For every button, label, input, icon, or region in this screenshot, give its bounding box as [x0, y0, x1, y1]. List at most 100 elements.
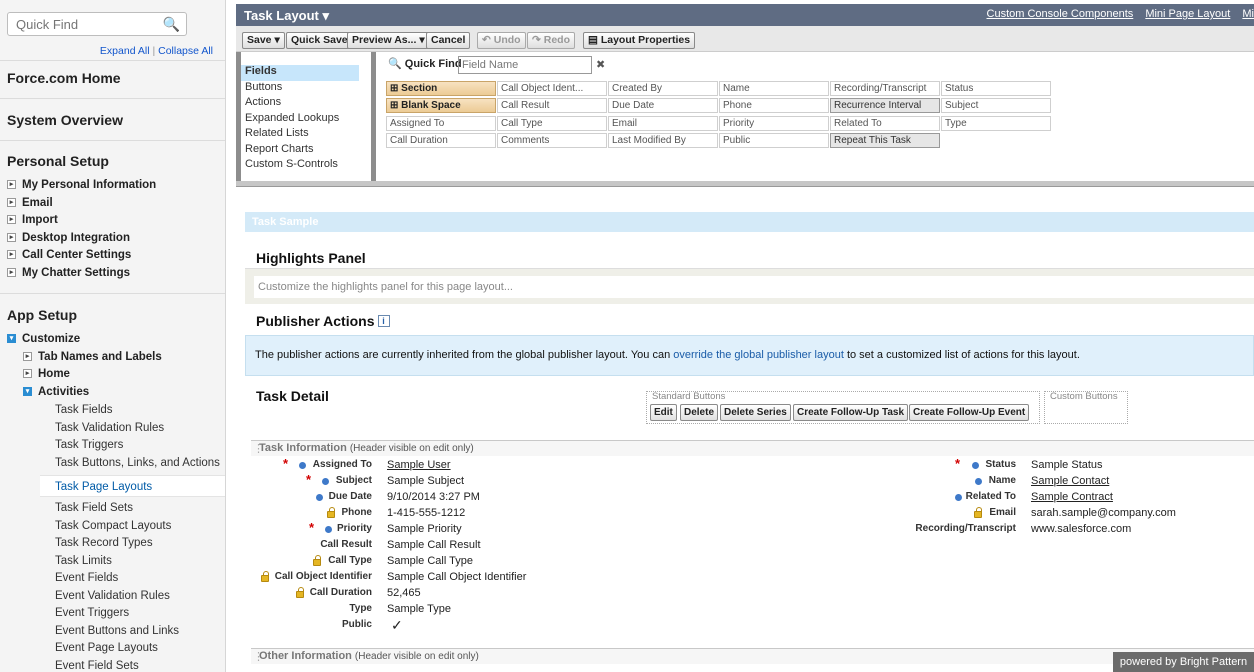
create-follow-up-task-button[interactable]: Create Follow-Up Task: [793, 404, 909, 421]
expand-toggle-icon[interactable]: ▸: [7, 268, 16, 278]
sidebar-link-event-field-sets[interactable]: Event Field Sets: [55, 660, 139, 672]
palette-field[interactable]: Type: [941, 116, 1051, 131]
layout-properties-button[interactable]: ▤ Layout Properties: [583, 32, 696, 49]
palette-field[interactable]: Subject: [941, 98, 1051, 113]
palette-field[interactable]: Repeat This Task: [830, 133, 940, 148]
palette-field[interactable]: Recurrence Interval: [830, 98, 940, 113]
field-row[interactable]: Public ✓: [236, 618, 1236, 632]
layout-title-dropdown[interactable]: Task Layout ▾: [244, 8, 329, 24]
highlights-panel-hint[interactable]: Customize the highlights panel for this …: [254, 276, 1254, 298]
field-row[interactable]: Call Type Sample Call Type: [236, 554, 1236, 568]
chevron-down-icon[interactable]: ▾: [274, 34, 279, 46]
palette-resize-handle[interactable]: [236, 181, 1254, 187]
field-row[interactable]: * Status Sample Status: [236, 457, 1236, 472]
palette-field[interactable]: Related To: [830, 116, 940, 131]
clear-icon[interactable]: ✖: [596, 58, 605, 71]
task-information-section[interactable]: ⋮ Task Information (Header visible on edi…: [251, 440, 1254, 456]
palette-field[interactable]: Call Type: [497, 116, 607, 131]
preview-as-button[interactable]: Preview As... ▾: [347, 32, 430, 49]
palette-field[interactable]: Last Modified By: [608, 133, 718, 148]
expand-toggle-icon[interactable]: ▸: [7, 198, 16, 208]
create-follow-up-event-button[interactable]: Create Follow-Up Event: [909, 404, 1030, 421]
palette-category-expanded-lookups[interactable]: Expanded Lookups: [241, 112, 371, 128]
save-button[interactable]: Save ▾: [242, 32, 285, 49]
sidebar-item-tab-names[interactable]: ▸ Tab Names and Labels: [23, 351, 162, 363]
sidebar-link-event-triggers[interactable]: Event Triggers: [55, 607, 129, 619]
force-home-link[interactable]: Force.com Home: [7, 70, 121, 86]
palette-field[interactable]: Call Duration: [386, 133, 496, 148]
sidebar-link-task-triggers[interactable]: Task Triggers: [55, 439, 123, 451]
undo-button[interactable]: ↶ Undo: [477, 32, 526, 49]
field-row[interactable]: Recording/Transcript www.salesforce.com: [236, 522, 1236, 536]
sidebar-item-home[interactable]: ▸ Home: [23, 368, 70, 380]
collapse-all-link[interactable]: Collapse All: [158, 45, 213, 57]
sidebar-item-my-personal-information[interactable]: ▸ My Personal Information: [7, 179, 156, 191]
sidebar-item-call-center-settings[interactable]: ▸ Call Center Settings: [7, 249, 131, 261]
field-row[interactable]: Related To Sample Contract: [236, 490, 1236, 504]
palette-category-fields[interactable]: Fields: [241, 65, 359, 81]
palette-category-report-charts[interactable]: Report Charts: [241, 143, 371, 159]
palette-category-actions[interactable]: Actions: [241, 96, 371, 112]
sidebar-link-event-validation-rules[interactable]: Event Validation Rules: [55, 590, 170, 602]
field-row[interactable]: Email sarah.sample@company.com: [236, 506, 1236, 520]
quick-save-button[interactable]: Quick Save: [286, 32, 353, 49]
palette-field[interactable]: Public: [719, 133, 829, 148]
expand-toggle-icon[interactable]: ▸: [7, 215, 16, 225]
field-row[interactable]: Call Object Identifier Sample Call Objec…: [236, 570, 1236, 584]
palette-field[interactable]: Comments: [497, 133, 607, 148]
delete-button[interactable]: Delete: [680, 404, 719, 421]
expand-toggle-icon[interactable]: ▸: [7, 250, 16, 260]
sidebar-link-task-validation-rules[interactable]: Task Validation Rules: [55, 422, 164, 434]
mini-page-layout-link[interactable]: Mini Page Layout: [1145, 8, 1230, 20]
palette-field[interactable]: Recording/Transcript: [830, 81, 940, 96]
info-icon[interactable]: i: [377, 315, 390, 327]
sidebar-link-task-record-types[interactable]: Task Record Types: [55, 537, 153, 549]
palette-field[interactable]: Due Date: [608, 98, 718, 113]
sidebar-link-task-field-sets[interactable]: Task Field Sets: [55, 502, 133, 514]
palette-field[interactable]: Call Object Ident...: [497, 81, 607, 96]
field-row[interactable]: Name Sample Contact: [236, 474, 1236, 488]
palette-field[interactable]: Priority: [719, 116, 829, 131]
palette-section[interactable]: ⊞ Section: [386, 81, 496, 96]
palette-category-custom-s-controls[interactable]: Custom S-Controls: [241, 158, 371, 174]
palette-field[interactable]: Name: [719, 81, 829, 96]
system-overview-link[interactable]: System Overview: [7, 112, 123, 128]
expand-all-link[interactable]: Expand All: [100, 45, 150, 57]
palette-category-buttons[interactable]: Buttons: [241, 81, 371, 97]
drag-handle-icon[interactable]: ⋮: [253, 442, 264, 457]
delete-series-button[interactable]: Delete Series: [720, 404, 791, 421]
field-row[interactable]: Call Duration 52,465: [236, 586, 1236, 600]
field-row[interactable]: Type Sample Type: [236, 602, 1236, 616]
other-information-section[interactable]: ⋮ Other Information (Header visible on ed…: [251, 648, 1254, 664]
redo-button[interactable]: ↷ Redo: [527, 32, 575, 49]
palette-field[interactable]: Assigned To: [386, 116, 496, 131]
sidebar-item-activities[interactable]: ▾ Activities: [23, 386, 89, 398]
sidebar-link-task-fields[interactable]: Task Fields: [55, 404, 113, 416]
sidebar-link-task-buttons[interactable]: Task Buttons, Links, and Actions: [55, 457, 220, 469]
palette-field[interactable]: Created By: [608, 81, 718, 96]
sidebar-link-task-limits[interactable]: Task Limits: [55, 555, 112, 567]
palette-category-related-lists[interactable]: Related Lists: [241, 127, 371, 143]
sidebar-link-event-page-layouts[interactable]: Event Page Layouts: [55, 642, 158, 654]
edit-button[interactable]: Edit: [650, 404, 677, 421]
expand-toggle-icon[interactable]: ▸: [7, 233, 16, 243]
expand-toggle-icon[interactable]: ▸: [7, 180, 16, 190]
custom-console-components-link[interactable]: Custom Console Components: [987, 8, 1134, 20]
field-row[interactable]: Call Result Sample Call Result: [236, 538, 1236, 552]
palette-field[interactable]: Email: [608, 116, 718, 131]
palette-field[interactable]: Phone: [719, 98, 829, 113]
expand-toggle-icon[interactable]: ▸: [23, 369, 32, 379]
collapse-toggle-icon[interactable]: ▾: [23, 387, 32, 397]
override-publisher-layout-link[interactable]: override the global publisher layout: [673, 349, 844, 361]
palette-field[interactable]: Status: [941, 81, 1051, 96]
sidebar-item-my-chatter-settings[interactable]: ▸ My Chatter Settings: [7, 267, 130, 279]
palette-blank-space[interactable]: ⊞ Blank Space: [386, 98, 496, 113]
more-link[interactable]: Mi: [1242, 8, 1254, 20]
palette-field[interactable]: Call Result: [497, 98, 607, 113]
quick-find-box[interactable]: 🔍: [7, 12, 187, 36]
quick-find-input[interactable]: [8, 13, 158, 35]
sidebar-link-task-compact-layouts[interactable]: Task Compact Layouts: [55, 520, 171, 532]
sidebar-item-customize[interactable]: ▾ Customize: [7, 333, 80, 345]
field-name-input[interactable]: Field Name: [458, 56, 592, 74]
drag-handle-icon[interactable]: ⋮: [253, 650, 264, 665]
